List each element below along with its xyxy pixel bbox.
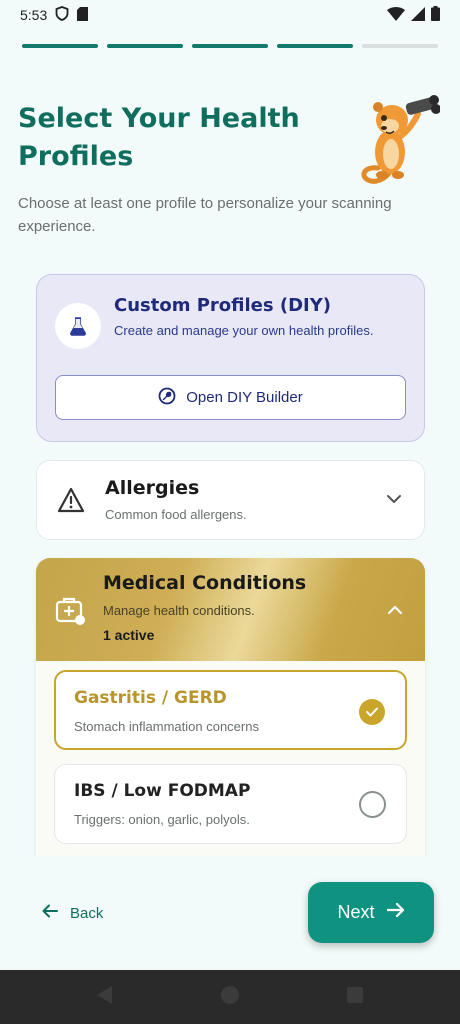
flask-icon — [55, 303, 101, 349]
page-subtitle: Choose at least one profile to personali… — [18, 195, 392, 235]
sim-card-icon — [77, 6, 89, 24]
diy-card-title: Custom Profiles (DIY) — [114, 295, 331, 316]
back-triangle-icon[interactable] — [96, 985, 114, 1010]
step-progress — [22, 44, 438, 48]
option-ibs-low-fodmap[interactable]: IBS / Low FODMAP Triggers: onion, garlic… — [54, 764, 407, 844]
open-diy-builder-label: Open DIY Builder — [186, 389, 303, 406]
page-title: Select Your Health Profiles — [18, 103, 300, 172]
progress-step-4 — [277, 44, 353, 48]
medical-conditions-header[interactable]: Medical Conditions Manage health conditi… — [36, 558, 425, 661]
warning-icon — [57, 487, 85, 518]
check-icon[interactable] — [359, 699, 385, 725]
progress-step-2 — [107, 44, 183, 48]
next-button[interactable]: Next — [308, 882, 434, 943]
back-button[interactable]: Back — [42, 898, 103, 928]
arrow-right-icon — [386, 902, 405, 923]
chevron-down-icon[interactable] — [386, 491, 402, 509]
shield-icon — [55, 6, 69, 24]
custom-profiles-card: Custom Profiles (DIY) Create and manage … — [36, 274, 425, 442]
option-gastritis-gerd[interactable]: Gastritis / GERD Stomach inflammation co… — [54, 670, 407, 750]
medical-active-count: 1 active — [103, 627, 155, 643]
radio-icon[interactable] — [359, 791, 386, 818]
progress-step-5 — [362, 44, 438, 48]
medical-conditions-description: Manage health conditions. — [103, 603, 255, 618]
option-description: Stomach inflammation concerns — [74, 719, 259, 734]
progress-step-1 — [22, 44, 98, 48]
option-description: Triggers: onion, garlic, polyols. — [74, 812, 250, 827]
system-navigation-bar — [0, 970, 460, 1024]
medical-kit-icon — [54, 594, 86, 631]
battery-icon — [431, 6, 440, 24]
wifi-icon — [387, 6, 405, 24]
option-title: Gastritis / GERD — [74, 688, 227, 708]
medical-conditions-title: Medical Conditions — [103, 572, 307, 594]
back-label: Back — [70, 904, 104, 922]
progress-step-3 — [192, 44, 268, 48]
status-time: 5:53 — [20, 7, 48, 23]
wrench-icon — [158, 387, 176, 409]
open-diy-builder-button[interactable]: Open DIY Builder — [55, 375, 406, 420]
home-circle-icon[interactable] — [220, 985, 240, 1010]
recents-square-icon[interactable] — [346, 986, 364, 1009]
profiles-scroll-area[interactable]: Custom Profiles (DIY) Create and manage … — [0, 262, 460, 856]
status-bar: 5:53 — [0, 0, 460, 30]
allergies-card[interactable]: Allergies Common food allergens. — [36, 460, 425, 540]
mascot-meerkat-image — [356, 92, 441, 184]
allergies-description: Common food allergens. — [105, 507, 247, 522]
medical-conditions-card: Medical Conditions Manage health conditi… — [36, 558, 425, 856]
option-title: IBS / Low FODMAP — [74, 781, 251, 801]
arrow-left-icon — [42, 904, 58, 922]
chevron-up-icon[interactable] — [387, 602, 403, 620]
status-left: 5:53 — [20, 6, 89, 24]
next-label: Next — [337, 902, 375, 922]
diy-card-description: Create and manage your own health profil… — [114, 323, 374, 338]
signal-icon — [411, 6, 425, 24]
allergies-title: Allergies — [105, 477, 200, 499]
status-right — [387, 6, 440, 24]
